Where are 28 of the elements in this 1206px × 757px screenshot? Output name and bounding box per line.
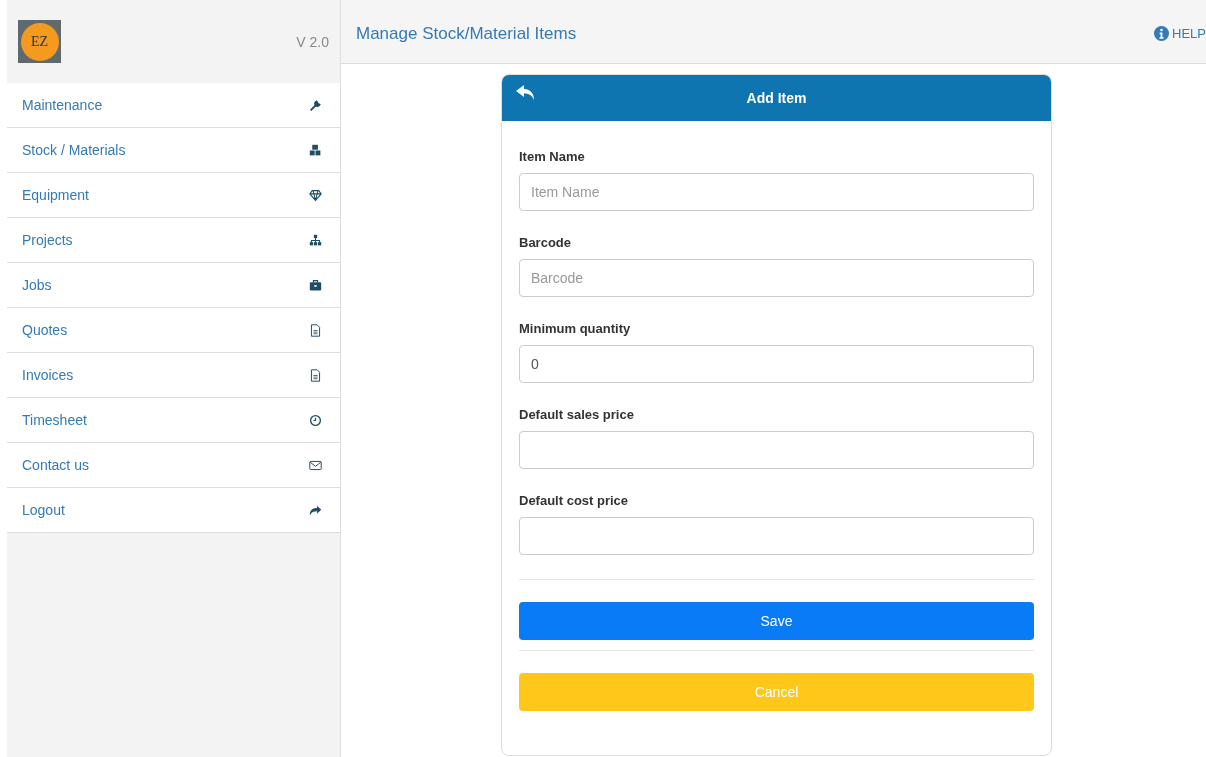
briefcase-icon — [309, 278, 322, 292]
cubes-icon — [309, 143, 322, 157]
field-label: Minimum quantity — [519, 321, 632, 336]
diamond-icon — [309, 188, 322, 202]
input-field[interactable]: Barcode — [519, 259, 1034, 297]
info-icon — [1154, 26, 1170, 41]
input-field[interactable]: 0 — [519, 345, 1034, 383]
version-label: V 2.0 — [296, 33, 329, 50]
document-icon — [309, 368, 322, 382]
field-label: Default sales price — [519, 407, 635, 422]
page-title: Manage Stock/Material Items — [356, 24, 577, 44]
logo: EZ — [18, 20, 61, 63]
back-arrow-icon[interactable] — [516, 85, 536, 101]
envelope-icon — [309, 458, 322, 472]
document-icon — [309, 323, 322, 337]
input-field[interactable] — [519, 517, 1034, 555]
wrench-icon — [309, 98, 322, 112]
sitemap-icon — [309, 233, 322, 247]
share-arrow-icon — [309, 503, 322, 517]
help-link[interactable]: HELP — [1154, 26, 1206, 41]
save-button[interactable]: Save — [519, 602, 1034, 640]
field-label: Barcode — [519, 235, 573, 250]
field-label: Default cost price — [519, 493, 630, 508]
field-label: Item Name — [519, 149, 586, 164]
card-title: Add Item — [746, 90, 807, 106]
clock-icon — [309, 413, 322, 427]
input-field[interactable] — [519, 431, 1034, 469]
input-field[interactable]: Item Name — [519, 173, 1034, 211]
